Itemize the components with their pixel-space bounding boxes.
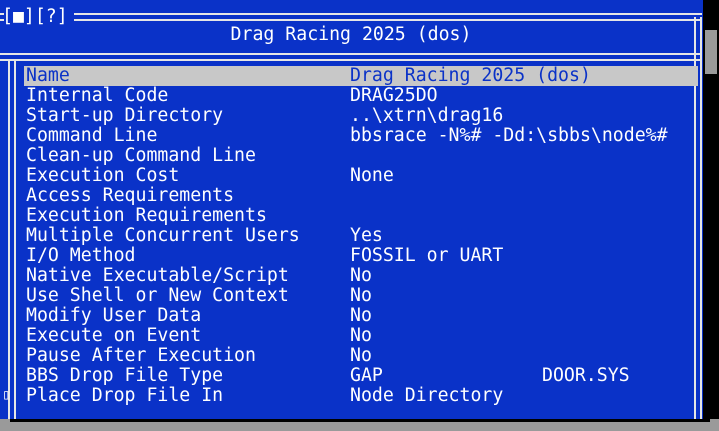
setting-label: Pause After Execution (26, 345, 256, 366)
setting-label: Multiple Concurrent Users (26, 225, 300, 246)
setting-row-use-shell-or-new-context[interactable]: Use Shell or New Context No (24, 286, 698, 306)
setting-label: Place Drop File In (26, 385, 224, 406)
window-controls[interactable]: [■][?] (2, 7, 68, 27)
setting-label: Internal Code (26, 85, 169, 106)
scroll-indicator-icon: ▯ (2, 387, 11, 403)
setting-label: Modify User Data (26, 305, 202, 326)
setting-row-start-up-directory[interactable]: Start-up Directory ..\xtrn\drag16 (24, 106, 698, 126)
setting-row-modify-user-data[interactable]: Modify User Data No (24, 306, 698, 326)
scrollbar-thumb[interactable] (705, 30, 717, 74)
setting-row-pause-after-execution[interactable]: Pause After Execution No (24, 346, 698, 366)
left-border (8, 60, 16, 419)
setting-label: Use Shell or New Context (26, 285, 289, 306)
title-separator (0, 53, 702, 61)
setting-value: No (350, 265, 372, 286)
dialog-title: Drag Racing 2025 (dos) (230, 24, 472, 45)
top-border (74, 13, 702, 21)
setting-label: Execution Cost (26, 165, 180, 186)
setting-row-place-drop-file-in[interactable]: Place Drop File In Node Directory (24, 386, 698, 406)
setting-value: GAP (350, 365, 383, 386)
settings-list: Name Drag Racing 2025 (dos) Internal Code D… (24, 66, 698, 406)
setting-label: I/O Method (26, 245, 136, 266)
setting-row-clean-up-command-line[interactable]: Clean-up Command Line (24, 146, 698, 166)
desktop-edge-bottom (0, 419, 719, 431)
setting-label: Access Requirements (26, 185, 235, 206)
setting-value: bbsrace -N%# -Dd:\sbbs\node%# (350, 125, 668, 146)
setting-row-execution-requirements[interactable]: Execution Requirements (24, 206, 698, 226)
setting-row-native-executable-script[interactable]: Native Executable/Script No (24, 266, 698, 286)
setting-row-multiple-concurrent-users[interactable]: Multiple Concurrent Users Yes (24, 226, 698, 246)
setting-value: ..\xtrn\drag16 (350, 105, 504, 126)
setting-value: None (350, 165, 394, 186)
setting-row-name[interactable]: Name Drag Racing 2025 (dos) (24, 66, 698, 86)
setting-label: BBS Drop File Type (26, 365, 224, 386)
setting-value: No (350, 285, 372, 306)
setting-label: Native Executable/Script (26, 265, 289, 286)
setting-value-secondary: DOOR.SYS (542, 365, 630, 386)
setting-row-execute-on-event[interactable]: Execute on Event No (24, 326, 698, 346)
setting-label: Clean-up Command Line (26, 145, 256, 166)
desktop-edge-right (703, 0, 719, 431)
setting-row-command-line[interactable]: Command Line bbsrace -N%# -Dd:\sbbs\node%… (24, 126, 698, 146)
setting-label: Start-up Directory (26, 105, 224, 126)
setting-label: Name (26, 65, 70, 86)
setting-value: No (350, 345, 372, 366)
setting-value: No (350, 325, 372, 346)
setting-value: DRAG25DO (350, 85, 438, 106)
setting-label: Execution Requirements (26, 205, 267, 226)
bottom-shadow (10, 419, 710, 422)
setting-value: Node Directory (350, 385, 504, 406)
setting-value: No (350, 305, 372, 326)
setting-row-i-o-method[interactable]: I/O Method FOSSIL or UART (24, 246, 698, 266)
setting-label: Command Line (26, 125, 158, 146)
setting-value: Yes (350, 225, 383, 246)
setting-row-access-requirements[interactable]: Access Requirements (24, 186, 698, 206)
setting-row-execution-cost[interactable]: Execution Cost None (24, 166, 698, 186)
setting-row-bbs-drop-file-type[interactable]: BBS Drop File Type GAP DOOR.SYS (24, 366, 698, 386)
setting-label: Execute on Event (26, 325, 202, 346)
setting-value: FOSSIL or UART (350, 245, 504, 266)
setting-value: Drag Racing 2025 (dos) (350, 65, 591, 86)
setting-row-internal-code[interactable]: Internal Code DRAG25DO (24, 86, 698, 106)
